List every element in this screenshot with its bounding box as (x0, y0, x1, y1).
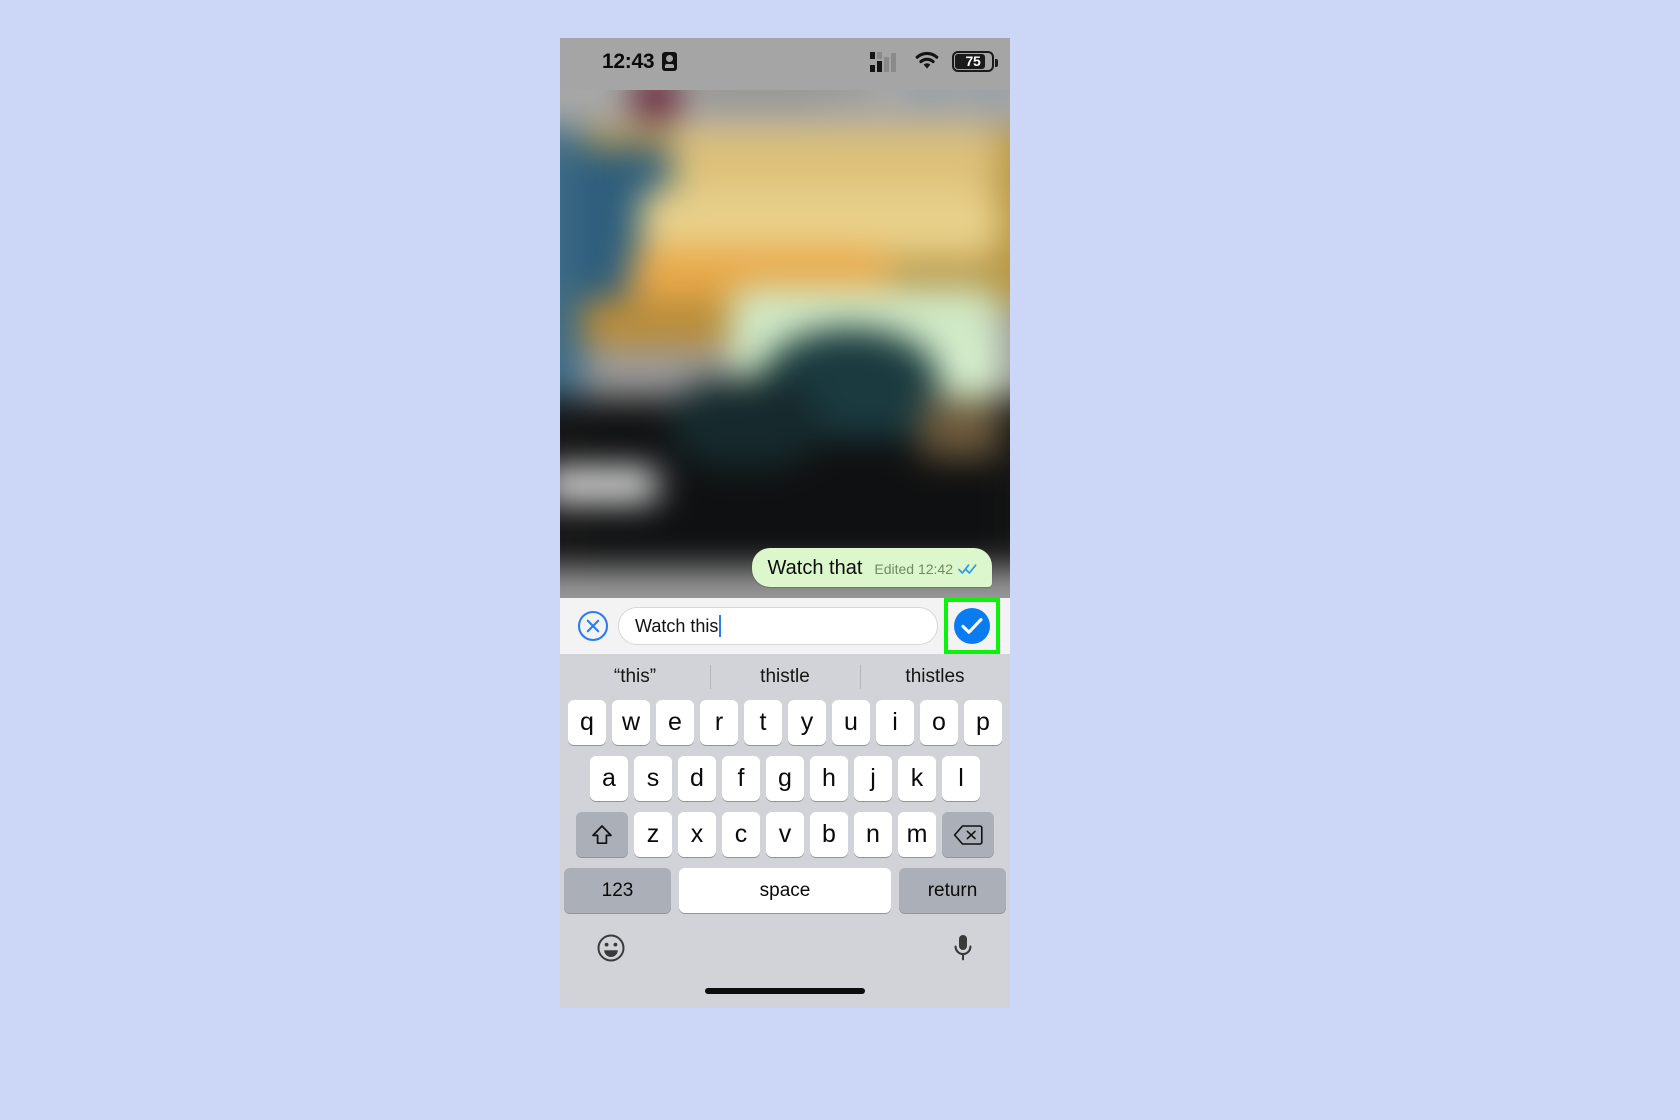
keyboard-row-1: q w e r t y u i o p (560, 700, 1010, 745)
key-f[interactable]: f (722, 756, 760, 801)
edited-timestamp: Edited 12:42 (874, 561, 953, 577)
backspace-key[interactable] (942, 812, 994, 857)
space-key[interactable]: space (678, 868, 892, 913)
confirm-edit-button[interactable] (954, 608, 990, 644)
key-y[interactable]: y (788, 700, 826, 745)
wifi-icon (915, 51, 939, 69)
return-key[interactable]: return (899, 868, 1006, 913)
edit-text-input[interactable]: Watch this (618, 607, 938, 645)
status-bar: 12:43 75 (560, 38, 1010, 90)
key-b[interactable]: b (810, 812, 848, 857)
status-time: 12:43 (602, 50, 655, 73)
key-u[interactable]: u (832, 700, 870, 745)
shift-key[interactable] (576, 812, 628, 857)
keyboard-row-3: z x c v b n m (560, 812, 1010, 857)
cellular-signal-icon (870, 52, 904, 72)
microphone-icon[interactable] (952, 933, 974, 963)
shift-arrow-icon (592, 824, 612, 844)
battery-indicator: 75 (952, 51, 998, 72)
battery-percent: 75 (965, 52, 981, 69)
key-h[interactable]: h (810, 756, 848, 801)
home-indicator (705, 988, 865, 994)
key-d[interactable]: d (678, 756, 716, 801)
chat-background (560, 38, 1010, 598)
blurred-conversation-image (560, 38, 1010, 598)
edit-message-bar: Watch this (560, 598, 1010, 654)
key-j[interactable]: j (854, 756, 892, 801)
key-n[interactable]: n (854, 812, 892, 857)
key-c[interactable]: c (722, 812, 760, 857)
key-e[interactable]: e (656, 700, 694, 745)
key-s[interactable]: s (634, 756, 672, 801)
key-g[interactable]: g (766, 756, 804, 801)
key-m[interactable]: m (898, 812, 936, 857)
numbers-key[interactable]: 123 (564, 868, 671, 913)
check-icon (961, 618, 983, 634)
key-p[interactable]: p (964, 700, 1002, 745)
suggestion-2[interactable]: thistles (860, 666, 1010, 688)
text-caret (719, 615, 722, 637)
screen-record-icon (662, 52, 677, 71)
confirm-edit-highlight[interactable] (944, 598, 1000, 654)
key-l[interactable]: l (942, 756, 980, 801)
key-i[interactable]: i (876, 700, 914, 745)
predictive-text-bar: “this” thistle thistles (560, 654, 1010, 700)
circle-x-icon[interactable] (576, 609, 610, 643)
keyboard-bottom-bar (560, 924, 1010, 972)
key-q[interactable]: q (568, 700, 606, 745)
backspace-icon (953, 824, 983, 845)
sent-message-bubble[interactable]: Watch that Edited 12:42 (751, 548, 992, 587)
edit-input-value: Watch this (635, 615, 719, 636)
message-text: Watch that (767, 557, 863, 579)
key-x[interactable]: x (678, 812, 716, 857)
on-screen-keyboard: “this” thistle thistles q w e r t y u i … (560, 654, 1010, 1008)
key-o[interactable]: o (920, 700, 958, 745)
key-r[interactable]: r (700, 700, 738, 745)
keyboard-row-2: a s d f g h j k l (560, 756, 1010, 801)
key-z[interactable]: z (634, 812, 672, 857)
key-v[interactable]: v (766, 812, 804, 857)
key-w[interactable]: w (612, 700, 650, 745)
keyboard-row-4: 123 space return (560, 868, 1010, 913)
suggestion-0[interactable]: “this” (560, 666, 710, 688)
suggestion-1[interactable]: thistle (710, 666, 860, 688)
key-a[interactable]: a (590, 756, 628, 801)
emoji-smiley-icon[interactable] (596, 933, 626, 963)
message-meta: Edited 12:42 (874, 561, 978, 578)
phone-screen: Watch that Edited 12:42 12:43 75 Watch t… (560, 38, 1010, 1008)
double-blue-check-icon (958, 564, 977, 574)
key-t[interactable]: t (744, 700, 782, 745)
key-k[interactable]: k (898, 756, 936, 801)
